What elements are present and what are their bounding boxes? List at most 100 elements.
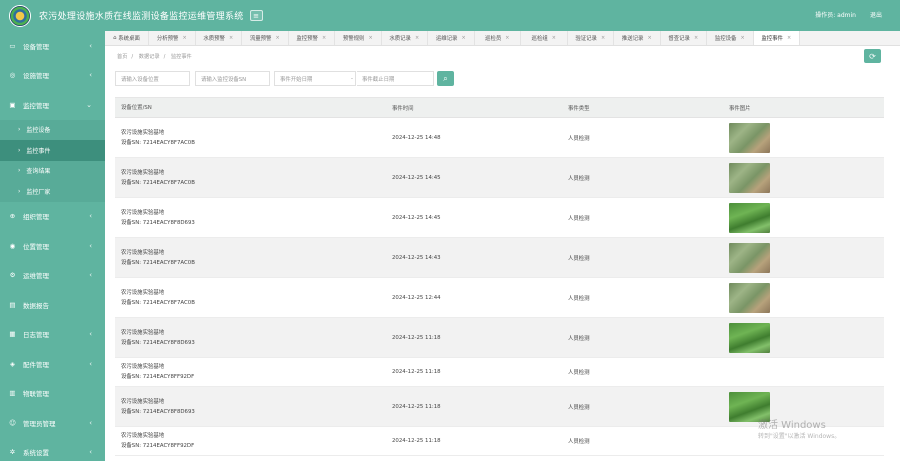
tab-monitor-event[interactable]: 监控事件 × (753, 31, 800, 45)
close-icon[interactable]: × (368, 35, 372, 41)
chevron-left-icon: ‹ (89, 271, 92, 280)
device-location: 农污设施实验基地 (121, 209, 165, 216)
chevron-left-icon: ‹ (89, 241, 92, 250)
sidebar-item-org[interactable]: ⊕ 组织管理 ‹ (0, 202, 105, 232)
cell-event-image (723, 282, 884, 313)
cell-event-type: 人员检测 (568, 439, 590, 445)
cell-event-time: 2024-12-25 11:18 (392, 334, 441, 341)
tab-flow-warning[interactable]: 流量预警 × (242, 31, 289, 45)
device-location: 农污设施实验基地 (121, 169, 165, 176)
sidebar-sub-vendor[interactable]: › 监控厂家 (0, 181, 105, 202)
cell-location-sn: 农污设施实验基地 设备SN: 7214EACY8F8D693 (115, 328, 386, 348)
device-sn: 设备SN: 7214EACY8FF92DF (121, 374, 195, 380)
report-icon: ▤ (9, 300, 16, 309)
cell-location-sn: 农污设施实验基地 设备SN: 7214EACY8F7AC0B (115, 168, 386, 188)
close-icon[interactable]: × (601, 35, 605, 41)
device-sn-input[interactable]: 请输入监控设备SN (195, 71, 270, 86)
close-icon[interactable]: × (415, 35, 419, 41)
tab-ops-record[interactable]: 运维记录 × (428, 31, 475, 45)
menu-toggle-icon[interactable]: ≡ (249, 10, 263, 21)
sidebar-item-device[interactable]: ▭ 设备管理 ‹ (0, 31, 105, 61)
event-start-date-input[interactable]: 事件开始日期 - (274, 71, 356, 86)
chevron-left-icon: ‹ (89, 41, 92, 50)
breadcrumb-home[interactable]: 首页 (117, 54, 127, 60)
current-user[interactable]: 操作员: admin (815, 10, 856, 19)
system-title: 农污处理设施水质在线监测设备监控运维管理系统 (39, 12, 244, 22)
tab-monitor-device[interactable]: 监控设备 × (707, 31, 754, 45)
sidebar-sub-query-result[interactable]: › 查询结果 (0, 160, 105, 181)
event-table: 设备位置/SN 事件时间 事件类型 事件图片 农污设施实验基地 设备SN: 721… (115, 97, 884, 456)
cell-event-time: 2024-12-25 14:48 (392, 134, 441, 141)
logout-link[interactable]: 退出 (870, 10, 882, 19)
sidebar-item-settings[interactable]: ✲ 系统设置 ‹ (0, 438, 105, 461)
device-sn: 设备SN: 7214EACY8F7AC0B (121, 299, 195, 306)
sidebar-item-report[interactable]: ▤ 数据报告 (0, 290, 105, 320)
tab-verify-record[interactable]: 验证记录 × (568, 31, 614, 45)
tab-warning-rules[interactable]: 预警规则 × (335, 31, 382, 45)
tab-supervise-record[interactable]: 督查记录 × (661, 31, 707, 45)
sidebar-item-parts[interactable]: ◈ 配件管理 ‹ (0, 349, 105, 379)
device-location: 农污设施实验基地 (121, 249, 165, 256)
event-thumbnail[interactable] (729, 122, 770, 153)
cell-event-type: 人员检测 (568, 175, 590, 182)
header-location-sn: 设备位置/SN (121, 104, 152, 111)
event-thumbnail[interactable] (729, 282, 770, 313)
close-icon[interactable]: × (182, 35, 186, 41)
refresh-button[interactable]: ⟳ (864, 49, 881, 63)
close-icon[interactable]: × (740, 35, 744, 41)
tab-quality-warning[interactable]: 水质预警 × (196, 31, 242, 45)
close-icon[interactable]: × (552, 35, 556, 41)
breadcrumb-current: 监控事件 (170, 54, 192, 60)
close-icon[interactable]: × (647, 35, 651, 41)
sidebar-item-facility[interactable]: ◎ 设施管理 ‹ (0, 61, 105, 91)
event-thumbnail[interactable] (729, 242, 770, 273)
cell-location-sn: 农污设施实验基地 设备SN: 7214EACY8F8D693 (115, 208, 386, 228)
close-icon[interactable]: × (505, 35, 509, 41)
close-icon[interactable]: × (229, 35, 233, 41)
tab-analysis-warning[interactable]: 分析预警 × (149, 31, 196, 45)
sidebar-sub-monitor-event[interactable]: › 监控事件 (0, 140, 105, 161)
search-button[interactable]: ⌕ (437, 71, 454, 86)
sidebar-item-admin[interactable]: ☺ 管理员管理 ‹ (0, 408, 105, 438)
tab-inspector[interactable]: 巡检员 × (475, 31, 521, 45)
cell-event-time: 2024-12-25 11:18 (392, 369, 441, 375)
sidebar-sub-monitor-device[interactable]: › 监控设备 (0, 119, 105, 140)
table-row: 农污设施实验基地 设备SN: 7214EACY8FF92DF 2024-12-25 … (115, 358, 884, 387)
header-event-type: 事件类型 (568, 105, 590, 112)
close-icon[interactable]: × (694, 35, 698, 41)
device-location: 农污设施实验基地 (121, 129, 165, 136)
table-row: 农污设施实验基地 设备SN: 7214EACY8F7AC0B 2024-12-25 … (115, 118, 884, 158)
tab-quality-record[interactable]: 水质记录 × (382, 31, 428, 45)
sidebar-item-monitor[interactable]: ▣ 监控管理 ⌄ (0, 90, 105, 120)
cell-location-sn: 农污设施实验基地 设备SN: 7214EACY8F8D693 (115, 397, 386, 417)
header-event-time: 事件时间 (392, 105, 414, 112)
cell-event-time: 2024-12-25 14:43 (392, 254, 441, 261)
cell-event-time: 2024-12-25 14:45 (392, 214, 441, 221)
header-event-image: 事件图片 (729, 105, 751, 112)
org-icon: ⊕ (9, 212, 16, 221)
sidebar-item-location[interactable]: ◉ 位置管理 ‹ (0, 231, 105, 261)
sidebar-item-log[interactable]: ▦ 日志管理 ‹ (0, 320, 105, 350)
event-thumbnail[interactable] (729, 202, 770, 233)
breadcrumb-data-record[interactable]: 数据记录 (139, 54, 160, 60)
event-thumbnail[interactable] (729, 162, 770, 193)
event-end-date-input[interactable]: 事件截止日期 (357, 71, 434, 86)
event-thumbnail[interactable] (729, 322, 770, 353)
sidebar-item-ops[interactable]: ⚙ 运维管理 ‹ (0, 261, 105, 291)
sidebar-item-iot[interactable]: ▥ 物联管理 (0, 379, 105, 409)
device-location: 农污设施实验基地 (121, 433, 165, 439)
close-icon[interactable]: × (322, 35, 326, 41)
tab-push-record[interactable]: 推送记录 × (614, 31, 661, 45)
close-icon[interactable]: × (275, 35, 279, 41)
tab-monitor-warning[interactable]: 监控预警 × (289, 31, 335, 45)
device-location-input[interactable]: 请输入设备位置 (115, 71, 190, 86)
cell-event-type: 人员检测 (568, 370, 590, 376)
close-icon[interactable]: × (461, 35, 465, 41)
close-icon[interactable]: × (787, 35, 791, 41)
chevron-left-icon: ‹ (89, 212, 92, 221)
date-range-separator: - (351, 75, 353, 82)
header-right: 操作员: admin 退出 (815, 10, 882, 19)
tab-inspection-group[interactable]: 巡检组 × (521, 31, 568, 45)
tab-desktop[interactable]: ⌂ 系统桌面 (105, 31, 149, 45)
table-row: 农污设施实验基地 设备SN: 7214EACY8F8D693 2024-12-25 … (115, 198, 884, 238)
